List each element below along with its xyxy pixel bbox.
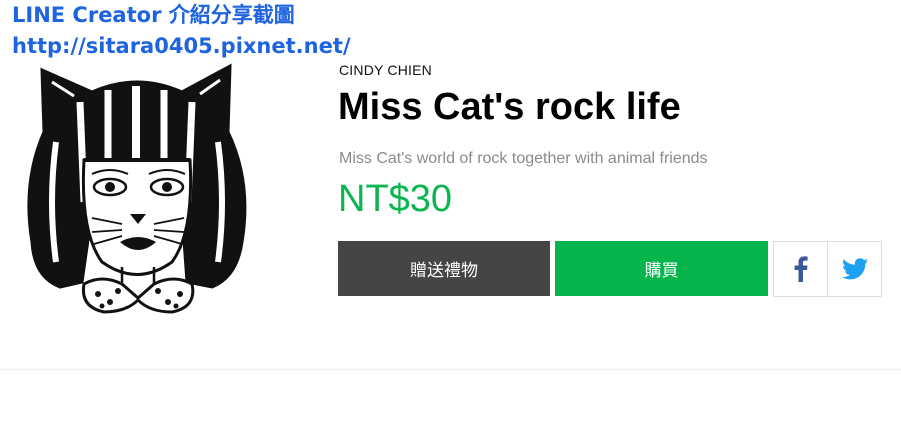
share-buttons bbox=[773, 241, 882, 297]
product-title: Miss Cat's rock life bbox=[338, 86, 681, 128]
sticker-main-image bbox=[22, 62, 252, 320]
buy-button[interactable]: 購買 bbox=[555, 241, 768, 296]
watermark: LINE Creator 介紹分享截圖 http://sitara0405.pi… bbox=[12, 0, 351, 62]
product-price: NT$30 bbox=[338, 178, 453, 220]
facebook-share-button[interactable] bbox=[774, 242, 827, 296]
author-name[interactable]: CINDY CHIEN bbox=[339, 62, 432, 78]
twitter-icon bbox=[841, 258, 868, 280]
cat-girl-sticker-icon bbox=[27, 63, 247, 314]
twitter-share-button[interactable] bbox=[827, 242, 881, 296]
facebook-icon bbox=[794, 256, 808, 282]
section-divider bbox=[0, 369, 901, 370]
watermark-line-1: LINE Creator 介紹分享截圖 bbox=[12, 3, 295, 27]
gift-button[interactable]: 贈送禮物 bbox=[338, 241, 550, 296]
product-description: Miss Cat's world of rock together with a… bbox=[339, 150, 708, 167]
watermark-line-2: http://sitara0405.pixnet.net/ bbox=[12, 34, 351, 58]
buy-button-label: 購買 bbox=[644, 261, 679, 281]
gift-button-label: 贈送禮物 bbox=[410, 261, 478, 281]
